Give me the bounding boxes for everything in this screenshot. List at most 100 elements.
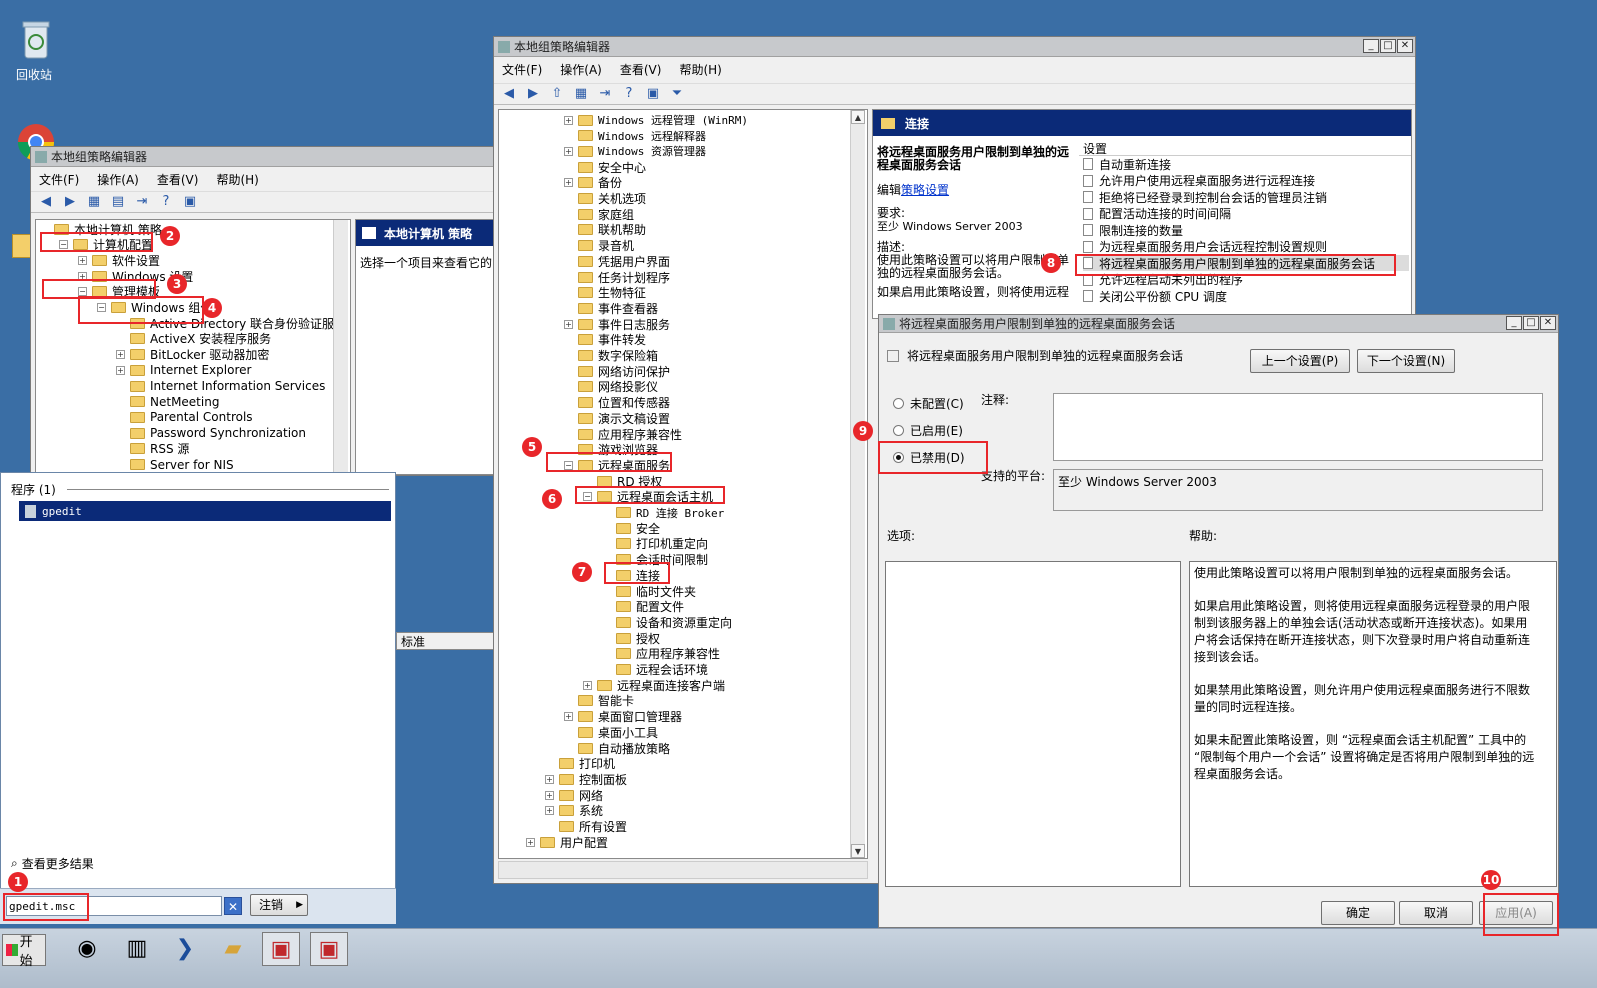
comment-textarea[interactable] bbox=[1053, 393, 1543, 461]
tree-item[interactable]: 数字保险箱 bbox=[564, 348, 658, 364]
main-tree-scrollbar[interactable]: ▲ ▼ bbox=[850, 110, 865, 858]
tree-item[interactable]: Windows 远程解释器 bbox=[564, 128, 706, 144]
tree-item[interactable]: 授权 bbox=[602, 630, 660, 646]
tree-item[interactable]: Server for NIS bbox=[116, 457, 234, 473]
show-pane-icon[interactable]: ▦ bbox=[572, 86, 590, 102]
dialog-minimize-button[interactable]: _ bbox=[1506, 316, 1522, 330]
search-clear-icon[interactable]: ✕ bbox=[224, 897, 242, 915]
bg-menu-help[interactable]: 帮助(H) bbox=[216, 171, 258, 188]
tree-item[interactable]: + 网络 bbox=[545, 787, 603, 803]
close-button[interactable]: ✕ bbox=[1397, 39, 1413, 53]
setting-row[interactable]: 为远程桌面服务用户会话远程控制设置规则 bbox=[1083, 239, 1327, 255]
forward-arrow-icon[interactable]: ▶ bbox=[61, 194, 79, 210]
tree-item[interactable]: 应用程序兼容性 bbox=[602, 646, 720, 662]
bg-menu-action[interactable]: 操作(A) bbox=[97, 171, 139, 188]
expand-icon[interactable]: + bbox=[583, 680, 592, 690]
cancel-button[interactable]: 取消 bbox=[1399, 901, 1473, 925]
tree-item[interactable]: 事件查看器 bbox=[564, 300, 658, 316]
tree-item[interactable]: 网络访问保护 bbox=[564, 363, 670, 379]
back-arrow-icon[interactable]: ◀ bbox=[37, 194, 55, 210]
bg-menu-view[interactable]: 查看(V) bbox=[157, 171, 199, 188]
bg-menu-file[interactable]: 文件(F) bbox=[39, 171, 79, 188]
tree-item[interactable]: + 事件日志服务 bbox=[564, 316, 670, 332]
expand-icon[interactable]: + bbox=[545, 774, 554, 784]
tree-item[interactable]: 配置文件 bbox=[602, 599, 684, 615]
properties-icon[interactable]: ▤ bbox=[109, 194, 127, 210]
expand-icon[interactable]: + bbox=[526, 837, 535, 847]
tree-item[interactable]: + 控制面板 bbox=[545, 771, 627, 787]
setting-row[interactable]: 关闭公平份额 CPU 调度 bbox=[1083, 288, 1227, 304]
taskbar-gpedit-icon-2[interactable]: ▣ bbox=[310, 932, 348, 966]
back-arrow-icon[interactable]: ◀ bbox=[500, 86, 518, 102]
menu-help[interactable]: 帮助(H) bbox=[679, 61, 721, 78]
settings-header[interactable]: 设置 bbox=[1079, 140, 1411, 156]
prev-setting-button[interactable]: 上一个设置(P) bbox=[1250, 349, 1350, 373]
tree-item[interactable]: 位置和传感器 bbox=[564, 395, 670, 411]
tree-item[interactable]: 桌面小工具 bbox=[564, 724, 658, 740]
minimize-button[interactable]: _ bbox=[1363, 39, 1379, 53]
tree-item[interactable]: + Windows 资源管理器 bbox=[564, 143, 706, 159]
tree-item[interactable]: 联机帮助 bbox=[564, 222, 646, 238]
tree-item[interactable]: 打印机重定向 bbox=[602, 536, 708, 552]
start-button[interactable]: 开始 bbox=[2, 934, 46, 969]
view-icon[interactable]: ▣ bbox=[644, 86, 662, 102]
tree-item[interactable]: RSS 源 bbox=[116, 441, 189, 457]
expand-icon[interactable]: + bbox=[116, 365, 125, 375]
menu-action[interactable]: 操作(A) bbox=[560, 61, 602, 78]
expand-icon[interactable]: + bbox=[78, 255, 87, 265]
tree-item[interactable]: NetMeeting bbox=[116, 394, 219, 410]
taskbar-server-manager-icon[interactable]: ▥ bbox=[118, 932, 156, 966]
radio-not-configured[interactable]: 未配置(C) bbox=[893, 395, 964, 412]
tree-item[interactable]: 自动播放策略 bbox=[564, 740, 670, 756]
expand-icon[interactable]: + bbox=[564, 115, 573, 125]
setting-row[interactable]: 配置活动连接的时间间隔 bbox=[1083, 206, 1231, 222]
menu-file[interactable]: 文件(F) bbox=[502, 61, 542, 78]
tree-item[interactable]: 生物特征 bbox=[564, 285, 646, 301]
tree-item[interactable]: 远程会话环境 bbox=[602, 662, 708, 678]
tree-item[interactable]: + 远程桌面连接客户端 bbox=[583, 677, 725, 693]
tree-item[interactable]: 应用程序兼容性 bbox=[564, 426, 682, 442]
tree-item[interactable]: 打印机 bbox=[545, 756, 615, 772]
tree-item[interactable]: 临时文件夹 bbox=[602, 583, 696, 599]
forward-arrow-icon[interactable]: ▶ bbox=[524, 86, 542, 102]
setting-row[interactable]: 限制连接的数量 bbox=[1083, 222, 1183, 238]
help-icon[interactable]: ? bbox=[620, 86, 638, 102]
dialog-close-button[interactable]: ✕ bbox=[1540, 316, 1556, 330]
export-icon[interactable]: ⇥ bbox=[133, 194, 151, 210]
scroll-down-arrow[interactable]: ▼ bbox=[851, 844, 865, 858]
tree-item[interactable]: Internet Information Services bbox=[116, 378, 325, 394]
taskbar-explorer-icon[interactable]: ▰ bbox=[214, 932, 252, 966]
taskbar-gpedit-icon-1[interactable]: ▣ bbox=[262, 932, 300, 966]
tree-item[interactable]: 家庭组 bbox=[564, 206, 634, 222]
tree-item[interactable]: + 系统 bbox=[545, 803, 603, 819]
next-setting-button[interactable]: 下一个设置(N) bbox=[1357, 349, 1455, 373]
logoff-button[interactable]: 注销 ▶ bbox=[250, 894, 308, 916]
setting-row[interactable]: 自动重新连接 bbox=[1083, 156, 1171, 172]
tree-item[interactable]: + 软件设置 bbox=[78, 252, 160, 268]
expand-icon[interactable]: + bbox=[564, 712, 573, 722]
export-icon[interactable]: ⇥ bbox=[596, 86, 614, 102]
tree-item[interactable]: 演示文稿设置 bbox=[564, 410, 670, 426]
expand-icon[interactable]: + bbox=[564, 146, 573, 156]
expand-icon[interactable]: + bbox=[116, 350, 125, 360]
tree-item[interactable]: 设备和资源重定向 bbox=[602, 614, 732, 630]
tree-item[interactable]: 凭据用户界面 bbox=[564, 253, 670, 269]
tree-item[interactable]: + Internet Explorer bbox=[116, 362, 251, 378]
menu-view[interactable]: 查看(V) bbox=[620, 61, 662, 78]
help-icon[interactable]: ? bbox=[157, 194, 175, 210]
tree-item[interactable]: 所有设置 bbox=[545, 819, 627, 835]
expand-icon[interactable]: + bbox=[564, 319, 573, 329]
tree-item[interactable]: 安全 bbox=[602, 520, 660, 536]
ok-button[interactable]: 确定 bbox=[1321, 901, 1395, 925]
show-pane-icon[interactable]: ▦ bbox=[85, 194, 103, 210]
tree-item[interactable]: + 桌面窗口管理器 bbox=[564, 709, 682, 725]
tree-item[interactable]: + 用户配置 bbox=[526, 834, 608, 850]
filter-icon[interactable]: ⏷ bbox=[668, 86, 686, 102]
bg-tree-scrollbar[interactable] bbox=[333, 220, 348, 474]
up-folder-icon[interactable]: ⇧ bbox=[548, 86, 566, 102]
edit-policy-link[interactable]: 策略设置 bbox=[901, 183, 949, 197]
maximize-button[interactable]: □ bbox=[1380, 39, 1396, 53]
program-item-gpedit[interactable]: gpedit bbox=[19, 501, 391, 521]
tree-item[interactable]: Password Synchronization bbox=[116, 425, 306, 441]
view-icon[interactable]: ▣ bbox=[181, 194, 199, 210]
